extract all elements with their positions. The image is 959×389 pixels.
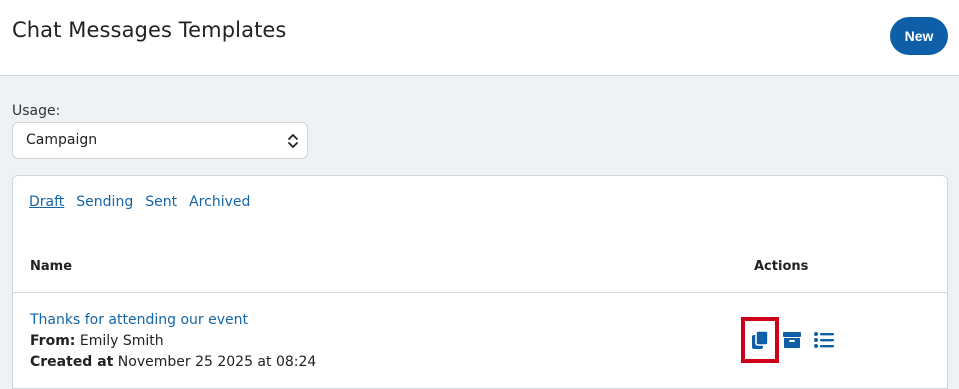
tab-sent[interactable]: Sent <box>145 194 177 210</box>
select-caret-icon <box>288 134 298 148</box>
usage-label: Usage: <box>12 103 61 119</box>
archive-button[interactable] <box>782 328 802 352</box>
usage-select[interactable]: Campaign <box>12 122 308 159</box>
details-button[interactable] <box>813 328 835 352</box>
list-icon <box>814 332 834 348</box>
tab-archived[interactable]: Archived <box>189 194 250 210</box>
column-header-actions: Actions <box>754 259 809 274</box>
usage-selected-value: Campaign <box>26 132 98 148</box>
copy-icon <box>752 330 769 349</box>
column-header-name: Name <box>30 259 73 274</box>
page-header: Chat Messages Templates New <box>0 0 959 76</box>
template-title-link[interactable]: Thanks for attending our event <box>30 312 248 328</box>
from-value: Emily Smith <box>79 333 164 349</box>
archive-icon <box>783 332 801 348</box>
page-title: Chat Messages Templates <box>12 18 287 42</box>
tab-draft[interactable]: Draft <box>29 194 64 210</box>
template-from: From: Emily Smith <box>30 333 164 349</box>
created-value: November 25 2025 at 08:24 <box>117 354 317 370</box>
from-label: From: <box>30 333 76 349</box>
status-tabs: Draft Sending Sent Archived <box>29 194 250 210</box>
created-label: Created at <box>30 354 114 370</box>
template-created: Created at November 25 2025 at 08:24 <box>30 354 316 370</box>
templates-card: Draft Sending Sent Archived Name Actions… <box>12 175 948 389</box>
divider <box>13 292 947 293</box>
tab-sending[interactable]: Sending <box>76 194 133 210</box>
copy-button[interactable] <box>741 317 779 363</box>
new-button[interactable]: New <box>890 17 948 55</box>
